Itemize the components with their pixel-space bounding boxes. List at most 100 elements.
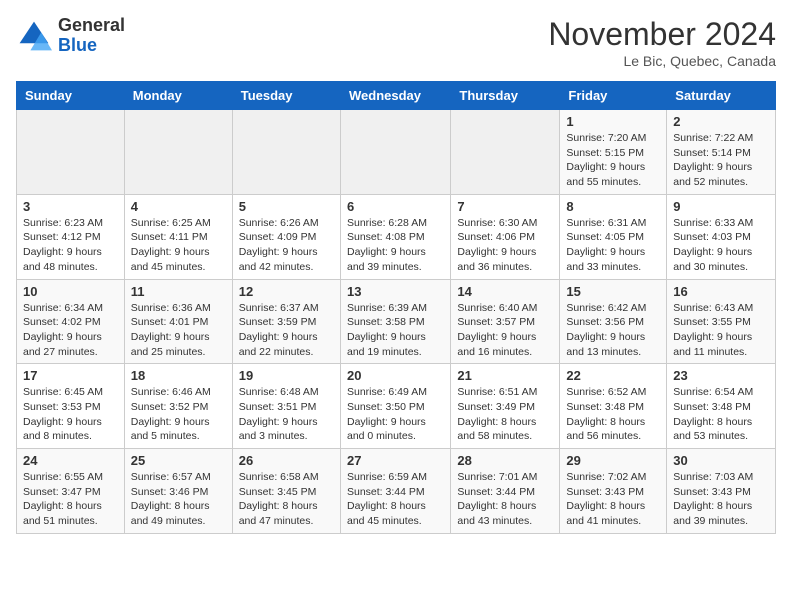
day-number: 20 [347, 368, 444, 383]
calendar-cell: 21 Sunrise: 6:51 AM Sunset: 3:49 PM Dayli… [451, 364, 560, 449]
day-number: 5 [239, 199, 334, 214]
day-number: 29 [566, 453, 660, 468]
calendar-cell: 18 Sunrise: 6:46 AM Sunset: 3:52 PM Dayli… [124, 364, 232, 449]
calendar-cell: 15Sunrise: 6:42 AM Sunset: 3:56 PM Dayli… [560, 279, 667, 364]
calendar-cell: 12 Sunrise: 6:37 AM Sunset: 3:59 PM Dayli… [232, 279, 340, 364]
day-number: 10 [23, 284, 118, 299]
calendar-header: SundayMondayTuesdayWednesdayThursdayFrid… [17, 82, 776, 110]
calendar-cell [340, 110, 450, 195]
day-info: Sunrise: 7:22 AM Sunset: 5:14 PM Dayligh… [673, 131, 769, 190]
week-row-2: 3 Sunrise: 6:23 AM Sunset: 4:12 PM Daylig… [17, 194, 776, 279]
month-title: November 2024 [548, 16, 776, 53]
day-number: 26 [239, 453, 334, 468]
day-info: Sunrise: 6:52 AM Sunset: 3:48 PM Dayligh… [566, 385, 660, 444]
day-info: Sunrise: 6:45 AM Sunset: 3:53 PM Dayligh… [23, 385, 118, 444]
calendar-cell: 23Sunrise: 6:54 AM Sunset: 3:48 PM Dayli… [667, 364, 776, 449]
day-number: 1 [566, 114, 660, 129]
title-block: November 2024 Le Bic, Quebec, Canada [548, 16, 776, 69]
calendar-cell [451, 110, 560, 195]
calendar-cell: 19 Sunrise: 6:48 AM Sunset: 3:51 PM Dayli… [232, 364, 340, 449]
day-info: Sunrise: 6:40 AM Sunset: 3:57 PM Dayligh… [457, 301, 553, 360]
calendar-cell [124, 110, 232, 195]
day-info: Sunrise: 6:48 AM Sunset: 3:51 PM Dayligh… [239, 385, 334, 444]
day-number: 28 [457, 453, 553, 468]
day-number: 14 [457, 284, 553, 299]
day-number: 6 [347, 199, 444, 214]
logo: General Blue [16, 16, 125, 56]
day-number: 25 [131, 453, 226, 468]
calendar-cell: 2 Sunrise: 7:22 AM Sunset: 5:14 PM Daylig… [667, 110, 776, 195]
calendar-body: 1 Sunrise: 7:20 AM Sunset: 5:15 PM Daylig… [17, 110, 776, 534]
day-info: Sunrise: 7:03 AM Sunset: 3:43 PM Dayligh… [673, 470, 769, 529]
day-number: 3 [23, 199, 118, 214]
calendar-cell: 14 Sunrise: 6:40 AM Sunset: 3:57 PM Dayli… [451, 279, 560, 364]
day-info: Sunrise: 7:20 AM Sunset: 5:15 PM Dayligh… [566, 131, 660, 190]
calendar-cell: 20 Sunrise: 6:49 AM Sunset: 3:50 PM Dayli… [340, 364, 450, 449]
column-header-sunday: Sunday [17, 82, 125, 110]
calendar-cell: 6 Sunrise: 6:28 AM Sunset: 4:08 PM Daylig… [340, 194, 450, 279]
calendar-cell [17, 110, 125, 195]
day-info: Sunrise: 6:28 AM Sunset: 4:08 PM Dayligh… [347, 216, 444, 275]
day-number: 19 [239, 368, 334, 383]
day-info: Sunrise: 6:46 AM Sunset: 3:52 PM Dayligh… [131, 385, 226, 444]
day-info: Sunrise: 6:51 AM Sunset: 3:49 PM Dayligh… [457, 385, 553, 444]
calendar-cell: 25 Sunrise: 6:57 AM Sunset: 3:46 PM Dayli… [124, 449, 232, 534]
day-info: Sunrise: 6:25 AM Sunset: 4:11 PM Dayligh… [131, 216, 226, 275]
calendar-cell: 5 Sunrise: 6:26 AM Sunset: 4:09 PM Daylig… [232, 194, 340, 279]
day-info: Sunrise: 7:02 AM Sunset: 3:43 PM Dayligh… [566, 470, 660, 529]
calendar-cell: 16Sunrise: 6:43 AM Sunset: 3:55 PM Dayli… [667, 279, 776, 364]
column-header-friday: Friday [560, 82, 667, 110]
day-info: Sunrise: 6:43 AM Sunset: 3:55 PM Dayligh… [673, 301, 769, 360]
calendar-cell: 17 Sunrise: 6:45 AM Sunset: 3:53 PM Dayli… [17, 364, 125, 449]
day-info: Sunrise: 6:26 AM Sunset: 4:09 PM Dayligh… [239, 216, 334, 275]
day-number: 18 [131, 368, 226, 383]
day-info: Sunrise: 6:57 AM Sunset: 3:46 PM Dayligh… [131, 470, 226, 529]
day-info: Sunrise: 6:49 AM Sunset: 3:50 PM Dayligh… [347, 385, 444, 444]
day-info: Sunrise: 6:39 AM Sunset: 3:58 PM Dayligh… [347, 301, 444, 360]
logo-icon [16, 18, 52, 54]
week-row-5: 24Sunrise: 6:55 AM Sunset: 3:47 PM Dayli… [17, 449, 776, 534]
day-info: Sunrise: 6:30 AM Sunset: 4:06 PM Dayligh… [457, 216, 553, 275]
day-number: 17 [23, 368, 118, 383]
calendar-cell: 26 Sunrise: 6:58 AM Sunset: 3:45 PM Dayli… [232, 449, 340, 534]
logo-blue: Blue [58, 35, 97, 55]
calendar-cell: 11Sunrise: 6:36 AM Sunset: 4:01 PM Dayli… [124, 279, 232, 364]
week-row-3: 10Sunrise: 6:34 AM Sunset: 4:02 PM Dayli… [17, 279, 776, 364]
calendar-cell: 29 Sunrise: 7:02 AM Sunset: 3:43 PM Dayli… [560, 449, 667, 534]
calendar-table: SundayMondayTuesdayWednesdayThursdayFrid… [16, 81, 776, 534]
calendar-cell: 10Sunrise: 6:34 AM Sunset: 4:02 PM Dayli… [17, 279, 125, 364]
column-header-monday: Monday [124, 82, 232, 110]
day-info: Sunrise: 6:58 AM Sunset: 3:45 PM Dayligh… [239, 470, 334, 529]
day-number: 2 [673, 114, 769, 129]
day-number: 8 [566, 199, 660, 214]
calendar-cell: 7 Sunrise: 6:30 AM Sunset: 4:06 PM Daylig… [451, 194, 560, 279]
day-number: 21 [457, 368, 553, 383]
column-header-tuesday: Tuesday [232, 82, 340, 110]
day-number: 4 [131, 199, 226, 214]
day-info: Sunrise: 7:01 AM Sunset: 3:44 PM Dayligh… [457, 470, 553, 529]
day-info: Sunrise: 6:33 AM Sunset: 4:03 PM Dayligh… [673, 216, 769, 275]
day-number: 24 [23, 453, 118, 468]
calendar-cell: 27Sunrise: 6:59 AM Sunset: 3:44 PM Dayli… [340, 449, 450, 534]
day-number: 7 [457, 199, 553, 214]
calendar-cell: 1 Sunrise: 7:20 AM Sunset: 5:15 PM Daylig… [560, 110, 667, 195]
column-header-thursday: Thursday [451, 82, 560, 110]
day-info: Sunrise: 6:37 AM Sunset: 3:59 PM Dayligh… [239, 301, 334, 360]
page-header: General Blue November 2024 Le Bic, Quebe… [16, 16, 776, 69]
day-number: 12 [239, 284, 334, 299]
day-number: 22 [566, 368, 660, 383]
column-header-wednesday: Wednesday [340, 82, 450, 110]
day-info: Sunrise: 6:42 AM Sunset: 3:56 PM Dayligh… [566, 301, 660, 360]
calendar-cell: 22 Sunrise: 6:52 AM Sunset: 3:48 PM Dayli… [560, 364, 667, 449]
calendar-cell: 3 Sunrise: 6:23 AM Sunset: 4:12 PM Daylig… [17, 194, 125, 279]
location: Le Bic, Quebec, Canada [548, 53, 776, 69]
day-number: 13 [347, 284, 444, 299]
calendar-cell: 30Sunrise: 7:03 AM Sunset: 3:43 PM Dayli… [667, 449, 776, 534]
day-info: Sunrise: 6:36 AM Sunset: 4:01 PM Dayligh… [131, 301, 226, 360]
day-number: 23 [673, 368, 769, 383]
calendar-cell: 13 Sunrise: 6:39 AM Sunset: 3:58 PM Dayli… [340, 279, 450, 364]
day-info: Sunrise: 6:23 AM Sunset: 4:12 PM Dayligh… [23, 216, 118, 275]
calendar-cell: 24Sunrise: 6:55 AM Sunset: 3:47 PM Dayli… [17, 449, 125, 534]
column-header-saturday: Saturday [667, 82, 776, 110]
calendar-cell: 9Sunrise: 6:33 AM Sunset: 4:03 PM Daylig… [667, 194, 776, 279]
